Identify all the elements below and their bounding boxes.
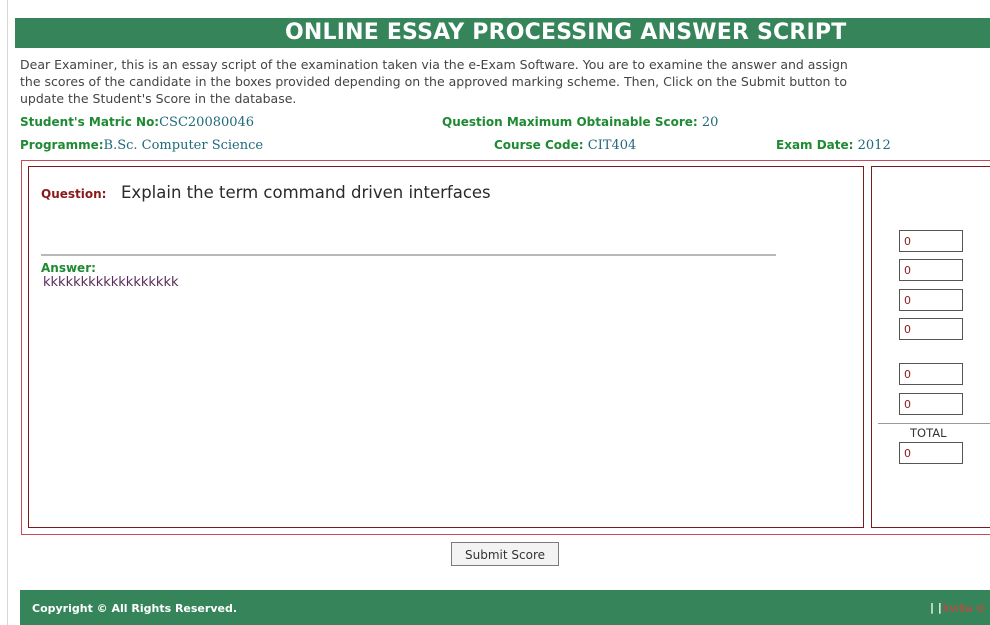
- score-input-2[interactable]: [899, 259, 963, 281]
- question-text: Explain the term command driven interfac…: [121, 183, 491, 202]
- question-label: Question:: [41, 187, 107, 201]
- submit-score-button[interactable]: Submit Score: [451, 542, 559, 566]
- programme-label: Programme:: [20, 138, 104, 152]
- score-input-5[interactable]: [899, 363, 963, 385]
- instructions-line: update the Student's Score in the databa…: [20, 91, 297, 106]
- page-title: ONLINE ESSAY PROCESSING ANSWER SCRIPT: [285, 20, 847, 45]
- total-divider: [878, 423, 990, 424]
- programme-value: B.Sc. Computer Science: [103, 138, 264, 153]
- title-banner: ONLINE ESSAY PROCESSING ANSWER SCRIPT: [15, 18, 990, 48]
- score-input-4[interactable]: [899, 318, 963, 340]
- footer-separator: | |: [930, 601, 942, 614]
- score-input-3[interactable]: [899, 289, 963, 311]
- exam-date-label: Exam Date:: [776, 138, 854, 152]
- matric-info: Student's Matric No:CSC20080046: [20, 115, 254, 130]
- answer-script-page: ONLINE ESSAY PROCESSING ANSWER SCRIPT De…: [0, 0, 990, 625]
- xvilla-link[interactable]: Xvilla ©: [942, 602, 986, 615]
- copyright-text: Copyright © All Rights Reserved.: [32, 602, 238, 615]
- footer-bar: Copyright © All Rights Reserved. | | Xvi…: [20, 590, 990, 625]
- max-score-info: Question Maximum Obtainable Score: 20: [442, 115, 718, 130]
- instructions-text: Dear Examiner, this is an essay script o…: [20, 56, 990, 107]
- programme-info: Programme:B.Sc. Computer Science: [20, 138, 263, 153]
- max-score-label: Question Maximum Obtainable Score:: [442, 115, 698, 129]
- course-label: Course Code:: [494, 138, 584, 152]
- instructions-line: Dear Examiner, this is an essay script o…: [20, 57, 848, 72]
- left-border-rule: [7, 0, 8, 625]
- course-info: Course Code: CIT404: [494, 138, 636, 153]
- instructions-line: the scores of the candidate in the boxes…: [20, 74, 847, 89]
- total-score-input[interactable]: [899, 442, 963, 464]
- question-answer-panel: Question: Explain the term command drive…: [28, 166, 864, 528]
- matric-value: CSC20080046: [159, 115, 255, 130]
- answer-label: Answer:: [41, 261, 96, 275]
- score-panel: TOTAL: [871, 166, 990, 528]
- question-divider: [41, 254, 776, 256]
- course-value: CIT404: [587, 138, 637, 153]
- score-input-1[interactable]: [899, 230, 963, 252]
- max-score-value: 20: [701, 115, 719, 130]
- matric-label: Student's Matric No:: [20, 115, 160, 129]
- exam-date-value: 2012: [857, 138, 891, 153]
- exam-date-info: Exam Date: 2012: [776, 138, 891, 153]
- total-label: TOTAL: [910, 426, 947, 440]
- answer-text: kkkkkkkkkkkkkkkkkk: [43, 275, 179, 290]
- score-input-6[interactable]: [899, 393, 963, 415]
